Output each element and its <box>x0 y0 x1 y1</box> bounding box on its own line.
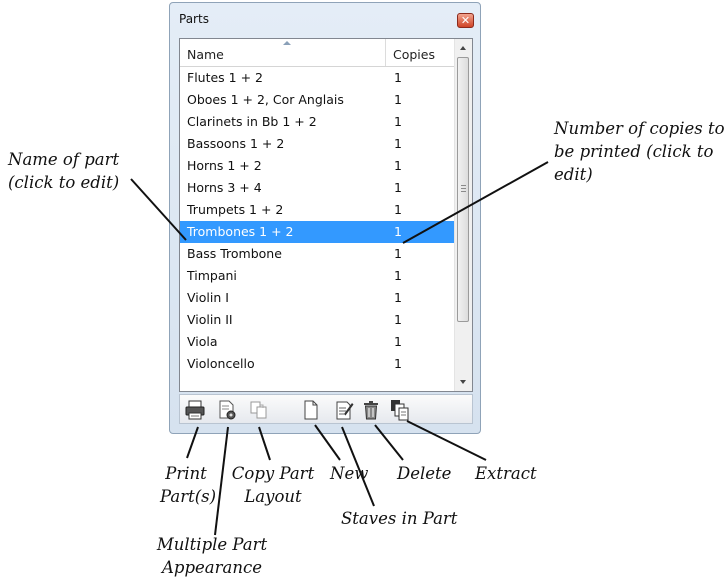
list-item[interactable]: Flutes 1 + 2 1 <box>180 67 456 89</box>
part-name-cell[interactable]: Trombones 1 + 2 <box>187 221 294 243</box>
part-name-cell[interactable]: Violoncello <box>187 353 255 375</box>
callout-print-parts: Print Part(s) <box>160 462 217 508</box>
copies-cell[interactable]: 1 <box>394 221 402 243</box>
copy-part-layout-button[interactable] <box>248 399 270 421</box>
callout-number-of-copies: Number of copies to be printed (click to… <box>554 117 724 186</box>
parts-toolbar <box>179 394 473 424</box>
copies-cell[interactable]: 1 <box>394 265 402 287</box>
copies-cell[interactable]: 1 <box>394 309 402 331</box>
list-item[interactable]: Violoncello 1 <box>180 353 456 375</box>
part-name-cell[interactable]: Viola <box>187 331 218 353</box>
callout-delete: Delete <box>397 464 452 483</box>
copies-cell[interactable]: 1 <box>394 243 402 265</box>
callout-copy-part-layout: Copy Part Layout <box>230 462 316 508</box>
part-name-cell[interactable]: Bass Trombone <box>187 243 282 265</box>
scroll-down-arrow-icon[interactable] <box>455 374 472 391</box>
multiple-part-appearance-icon <box>219 400 236 420</box>
callout-line: Name of part <box>8 150 120 169</box>
callout-line: edit) <box>554 165 593 184</box>
copy-part-layout-icon <box>250 401 267 419</box>
list-item[interactable]: Violin I 1 <box>180 287 456 309</box>
list-item[interactable]: Bass Trombone 1 <box>180 243 456 265</box>
part-name-cell[interactable]: Bassoons 1 + 2 <box>187 133 284 155</box>
callout-line: Multiple Part <box>156 535 268 554</box>
list-item[interactable]: Viola 1 <box>180 331 456 353</box>
callout-extract: Extract <box>475 464 537 483</box>
copies-cell[interactable]: 1 <box>394 331 402 353</box>
scrollbar-thumb[interactable] <box>457 57 469 322</box>
callout-name-of-part: Name of part (click to edit) <box>8 148 119 194</box>
copies-cell[interactable]: 1 <box>394 67 402 89</box>
new-part-icon <box>304 400 318 420</box>
copies-cell[interactable]: 1 <box>394 199 402 221</box>
scroll-up-arrow-icon[interactable] <box>455 39 472 56</box>
list-header: Name Copies <box>180 39 456 67</box>
callout-line: Part(s) <box>160 487 217 506</box>
list-item[interactable]: Horns 1 + 2 1 <box>180 155 456 177</box>
copies-cell[interactable]: 1 <box>394 111 402 133</box>
printer-icon <box>185 400 205 420</box>
close-button[interactable]: ✕ <box>457 13 474 28</box>
list-item[interactable]: Clarinets in Bb 1 + 2 1 <box>180 111 456 133</box>
callout-line: be printed (click to <box>554 142 714 161</box>
list-item[interactable]: Trumpets 1 + 2 1 <box>180 199 456 221</box>
part-name-cell[interactable]: Oboes 1 + 2, Cor Anglais <box>187 89 344 111</box>
callout-line: Number of copies to <box>554 119 724 138</box>
extract-icon <box>391 400 409 421</box>
list-item[interactable]: Timpani 1 <box>180 265 456 287</box>
callout-line: Copy Part <box>231 464 315 483</box>
part-name-cell[interactable]: Horns 1 + 2 <box>187 155 262 177</box>
delete-button[interactable] <box>360 399 382 421</box>
copies-cell[interactable]: 1 <box>394 287 402 309</box>
delete-icon <box>364 401 378 420</box>
new-part-button[interactable] <box>300 399 322 421</box>
callout-line: (click to edit) <box>8 173 120 192</box>
list-item[interactable]: Horns 3 + 4 1 <box>180 177 456 199</box>
copies-cell[interactable]: 1 <box>394 177 402 199</box>
part-name-cell[interactable]: Timpani <box>187 265 237 287</box>
part-name-cell[interactable]: Clarinets in Bb 1 + 2 <box>187 111 317 133</box>
part-name-cell[interactable]: Violin I <box>187 287 229 309</box>
copies-cell[interactable]: 1 <box>394 89 402 111</box>
parts-window: Parts ✕ Name Copies Flutes 1 + 2 1 Oboes 1… <box>169 2 481 434</box>
column-header-name[interactable]: Name <box>180 39 386 66</box>
callout-line: Appearance <box>162 558 262 577</box>
copies-cell[interactable]: 1 <box>394 353 402 375</box>
copies-cell[interactable]: 1 <box>394 133 402 155</box>
list-item[interactable]: Violin II 1 <box>180 309 456 331</box>
parts-list: Name Copies Flutes 1 + 2 1 Oboes 1 + 2, Co… <box>179 38 473 392</box>
part-name-cell[interactable]: Violin II <box>187 309 233 331</box>
extract-parts-button[interactable] <box>389 399 411 421</box>
part-name-cell[interactable]: Flutes 1 + 2 <box>187 67 263 89</box>
leader-line-multiple-part-appearance <box>214 426 229 536</box>
list-item[interactable]: Trombones 1 + 2 1 <box>180 221 456 243</box>
staves-in-part-button[interactable] <box>333 399 355 421</box>
print-parts-button[interactable] <box>184 399 206 421</box>
copies-cell[interactable]: 1 <box>394 155 402 177</box>
sort-ascending-icon <box>283 41 291 45</box>
vertical-scrollbar[interactable] <box>454 39 472 391</box>
callout-multiple-part-appearance: Multiple Part Appearance <box>148 533 276 579</box>
parts-rows: Flutes 1 + 2 1 Oboes 1 + 2, Cor Anglais 1 Cl… <box>180 67 456 375</box>
callout-line: Print <box>165 464 207 483</box>
multiple-part-appearance-button[interactable] <box>216 399 238 421</box>
callout-new: New <box>330 464 369 483</box>
callout-staves-in-part: Staves in Part <box>341 509 458 528</box>
callout-line: Layout <box>244 487 302 506</box>
column-header-name-label: Name <box>187 47 224 62</box>
list-item[interactable]: Bassoons 1 + 2 1 <box>180 133 456 155</box>
column-header-copies[interactable]: Copies <box>386 39 456 66</box>
scrollbar-grip-icon <box>461 185 466 193</box>
staves-in-part-icon <box>336 401 354 420</box>
part-name-cell[interactable]: Horns 3 + 4 <box>187 177 262 199</box>
window-title: Parts <box>179 12 209 26</box>
list-item[interactable]: Oboes 1 + 2, Cor Anglais 1 <box>180 89 456 111</box>
part-name-cell[interactable]: Trumpets 1 + 2 <box>187 199 283 221</box>
